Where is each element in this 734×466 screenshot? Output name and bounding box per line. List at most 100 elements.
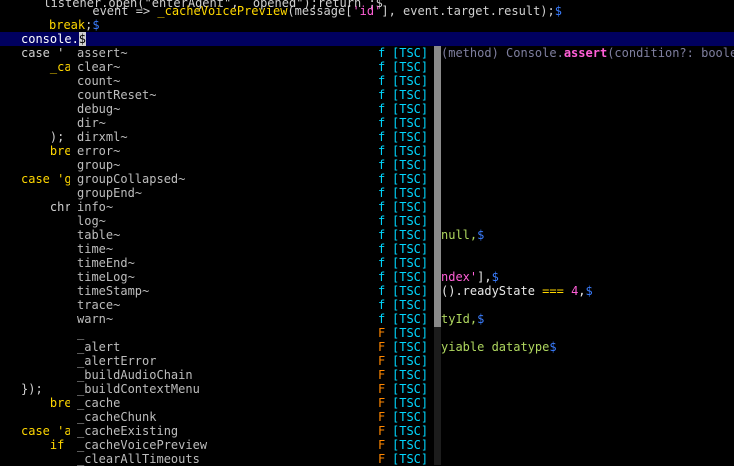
completion-item[interactable]: timeEnd~ f [TSC] xyxy=(70,256,434,270)
code-text: case 'g xyxy=(21,172,72,186)
completion-item-source: [TSC] xyxy=(392,284,429,298)
completion-item[interactable]: assert~ f [TSC] xyxy=(70,46,434,60)
completion-item[interactable]: table~ f [TSC] xyxy=(70,228,434,242)
code-fragment: null,$ xyxy=(441,228,485,242)
completion-item-source: [TSC] xyxy=(392,200,429,214)
completion-item-label: count~ xyxy=(77,74,121,88)
completion-item-label: _buildContextMenu xyxy=(77,382,200,396)
completion-item-kind: f xyxy=(378,74,386,88)
completion-item[interactable]: countReset~ f [TSC] xyxy=(70,88,434,102)
completion-item-kind: F xyxy=(378,354,386,368)
completion-item[interactable]: error~ f [TSC] xyxy=(70,144,434,158)
completion-item-source: [TSC] xyxy=(392,214,429,228)
code-text: if xyxy=(21,438,65,452)
completion-item-label: groupCollapsed~ xyxy=(77,172,186,186)
keyword: break xyxy=(49,18,86,32)
completion-item-kind: F xyxy=(378,340,386,354)
completion-item-kind: f xyxy=(378,158,386,172)
completion-item-label: dirxml~ xyxy=(77,130,128,144)
completion-item[interactable]: dir~ f [TSC] xyxy=(70,116,434,130)
completion-item-label: _cacheVoicePreview xyxy=(77,438,208,452)
completion-item[interactable]: timeLog~ f [TSC] xyxy=(70,270,434,284)
completion-item-label: clear~ xyxy=(77,60,121,74)
code-text: _ca xyxy=(21,60,72,74)
completion-item-kind: f xyxy=(378,298,386,312)
completion-item-source: [TSC] xyxy=(392,130,429,144)
completion-item-source: [TSC] xyxy=(392,312,429,326)
completion-item[interactable]: groupCollapsed~ f [TSC] xyxy=(70,172,434,186)
completion-item-kind: f xyxy=(378,60,386,74)
completion-item[interactable]: _cacheVoicePreview F [TSC] xyxy=(70,438,434,452)
function-name: _cacheVoicePreview xyxy=(157,4,288,18)
completion-item-label: _alertError xyxy=(77,354,157,368)
code-text: case ' xyxy=(21,46,65,60)
code-text: chr xyxy=(21,200,72,214)
completion-item[interactable]: trace~ f [TSC] xyxy=(70,298,434,312)
completion-item[interactable]: _alert F [TSC] xyxy=(70,340,434,354)
completion-item[interactable]: group~ f [TSC] xyxy=(70,158,434,172)
completion-item-source: [TSC] xyxy=(392,158,429,172)
completion-item[interactable]: timeStamp~ f [TSC] xyxy=(70,284,434,298)
completion-item[interactable]: time~ f [TSC] xyxy=(70,242,434,256)
code-text: break;$ xyxy=(49,18,100,32)
code-text: }); xyxy=(21,382,43,396)
completion-item-label: timeStamp~ xyxy=(77,284,150,298)
signature-help: (method) Console.assert(condition?: bool… xyxy=(441,46,734,60)
code-fragment: ndex'],$ xyxy=(441,270,499,284)
completion-item[interactable]: _buildContextMenu F [TSC] xyxy=(70,382,434,396)
completion-item[interactable]: groupEnd~ f [TSC] xyxy=(70,186,434,200)
completion-item-kind: f xyxy=(378,312,386,326)
completion-item-kind: f xyxy=(378,46,386,60)
completion-item[interactable]: debug~ f [TSC] xyxy=(70,102,434,116)
completion-item[interactable]: info~ f [TSC] xyxy=(70,200,434,214)
completion-item-label: countReset~ xyxy=(77,88,157,102)
code-text: bre xyxy=(21,144,72,158)
completion-item-kind: F xyxy=(378,452,386,466)
code-fragment: yiable datatype$ xyxy=(441,340,557,354)
completion-item-kind: f xyxy=(378,172,386,186)
code-text[interactable]: console.$ xyxy=(21,32,87,46)
completion-item-kind: f xyxy=(378,284,386,298)
cursor-line[interactable]: console.$ xyxy=(0,32,734,46)
completion-item[interactable]: warn~ f [TSC] xyxy=(70,312,434,326)
completion-item-source: [TSC] xyxy=(392,438,429,452)
completion-item[interactable]: _cache F [TSC] xyxy=(70,396,434,410)
completion-item-label: _ xyxy=(77,326,85,340)
completion-item[interactable]: dirxml~ f [TSC] xyxy=(70,130,434,144)
completion-item-label: _cacheExisting xyxy=(77,424,179,438)
text-cursor: $ xyxy=(78,32,87,46)
completion-item-label: assert~ xyxy=(77,46,128,60)
completion-item[interactable]: count~ f [TSC] xyxy=(70,74,434,88)
completion-scrollbar-thumb[interactable] xyxy=(434,46,441,327)
completion-item[interactable]: _cacheChunk F [TSC] xyxy=(70,410,434,424)
completion-item-label: debug~ xyxy=(77,102,121,116)
completion-item-source: [TSC] xyxy=(392,340,429,354)
completion-item-label: error~ xyxy=(77,144,121,158)
code-text: ); xyxy=(21,130,65,144)
completion-item-kind: f xyxy=(378,200,386,214)
completion-item-label: groupEnd~ xyxy=(77,186,143,200)
completion-item[interactable]: _clearAllTimeouts F [TSC] xyxy=(70,452,434,466)
completion-item-source: [TSC] xyxy=(392,424,429,438)
completion-item-source: [TSC] xyxy=(392,60,429,74)
code-fragment: tyId,$ xyxy=(441,312,485,326)
completion-item[interactable]: _ F [TSC] xyxy=(70,326,434,340)
completion-item-source: [TSC] xyxy=(392,74,429,88)
completion-item-kind: f xyxy=(378,116,386,130)
completion-item-label: _alert xyxy=(77,340,121,354)
completion-item-kind: f xyxy=(378,242,386,256)
completion-item[interactable]: _buildAudioChain F [TSC] xyxy=(70,368,434,382)
completion-item[interactable]: log~ f [TSC] xyxy=(70,214,434,228)
completion-item[interactable]: _cacheExisting F [TSC] xyxy=(70,424,434,438)
completion-item[interactable]: _alertError F [TSC] xyxy=(70,354,434,368)
completion-item-kind: F xyxy=(378,410,386,424)
completion-item-kind: f xyxy=(378,102,386,116)
code-text: event => _cacheVoicePreview(message['id'… xyxy=(49,4,562,18)
completion-item[interactable]: clear~ f [TSC] xyxy=(70,60,434,74)
completion-item-kind: F xyxy=(378,326,386,340)
completion-item-source: [TSC] xyxy=(392,270,429,284)
completion-item-label: _buildAudioChain xyxy=(77,368,193,382)
completion-item-label: trace~ xyxy=(77,298,121,312)
completion-item-kind: f xyxy=(378,256,386,270)
completion-item-label: _cacheChunk xyxy=(77,410,157,424)
